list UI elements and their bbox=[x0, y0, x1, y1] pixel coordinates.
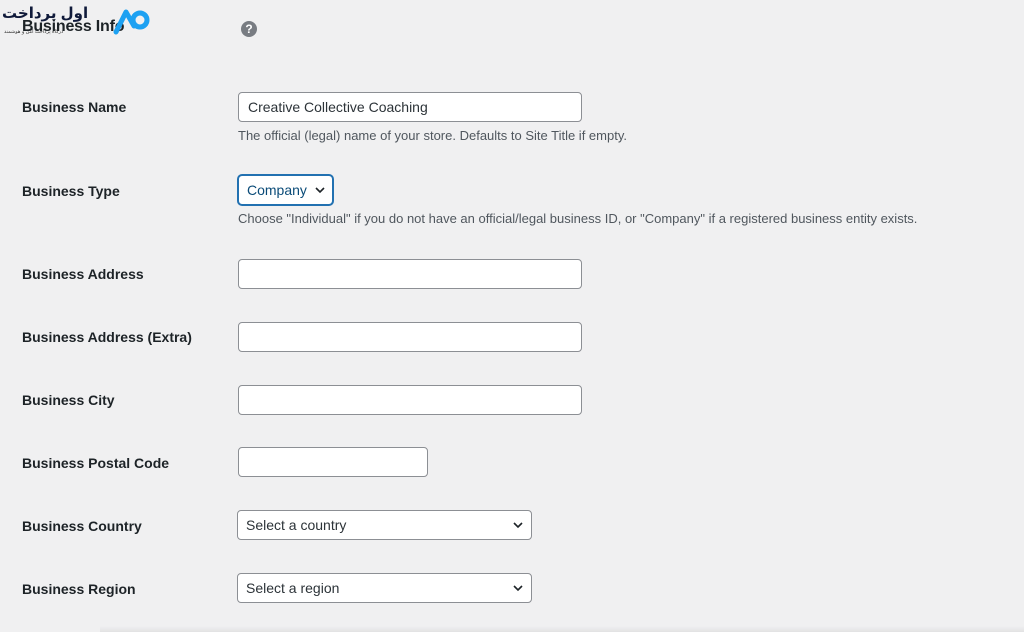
chevron-down-icon bbox=[513, 522, 523, 529]
business-type-selected-value: Company bbox=[247, 182, 307, 198]
business-name-input[interactable]: Creative Collective Coaching bbox=[238, 92, 582, 122]
business-postal-code-input[interactable] bbox=[238, 447, 428, 477]
business-type-select[interactable]: Company bbox=[238, 175, 333, 205]
business-country-label: Business Country bbox=[22, 518, 142, 534]
logo-mark-icon bbox=[113, 9, 150, 35]
chevron-down-icon bbox=[315, 187, 325, 194]
business-address-label: Business Address bbox=[22, 266, 144, 282]
business-region-selected-value: Select a region bbox=[246, 580, 340, 596]
logo-tagline: درگاه پرداخت امن و هوشمند bbox=[4, 29, 64, 35]
bottom-shadow bbox=[100, 626, 1024, 632]
settings-page: اول پرداخت Business Info درگاه پرداخت ام… bbox=[0, 0, 1024, 632]
business-postal-code-label: Business Postal Code bbox=[22, 455, 170, 471]
business-region-label: Business Region bbox=[22, 581, 136, 597]
business-address-extra-label: Business Address (Extra) bbox=[22, 329, 192, 345]
business-region-select[interactable]: Select a region bbox=[237, 573, 532, 603]
business-country-select[interactable]: Select a country bbox=[237, 510, 532, 540]
business-country-selected-value: Select a country bbox=[246, 517, 347, 533]
business-address-input[interactable] bbox=[238, 259, 582, 289]
business-city-input[interactable] bbox=[238, 385, 582, 415]
business-city-label: Business City bbox=[22, 392, 115, 408]
brand-logo: اول پرداخت Business Info درگاه پرداخت ام… bbox=[0, 5, 150, 40]
chevron-down-icon bbox=[513, 585, 523, 592]
business-address-extra-input[interactable] bbox=[238, 322, 582, 352]
business-name-description: The official (legal) name of your store.… bbox=[238, 128, 627, 143]
business-type-description: Choose "Individual" if you do not have a… bbox=[238, 211, 918, 226]
business-type-label: Business Type bbox=[22, 183, 120, 199]
help-icon[interactable]: ? bbox=[241, 21, 257, 37]
business-name-label: Business Name bbox=[22, 99, 127, 115]
